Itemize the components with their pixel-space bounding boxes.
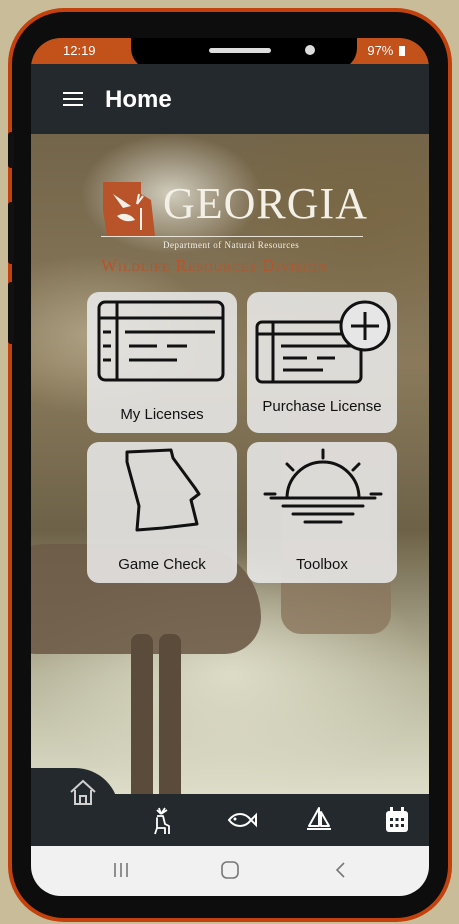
hamburger-menu-icon[interactable]	[63, 92, 83, 106]
deer-icon[interactable]	[145, 804, 177, 836]
logo-title: GEORGIA	[163, 179, 368, 228]
calendar-icon[interactable]	[381, 804, 413, 836]
deer-leg-shape	[159, 634, 181, 804]
toolbox-tile[interactable]: Toolbox	[247, 442, 397, 583]
recent-apps-icon[interactable]	[111, 860, 131, 880]
power-key	[8, 282, 14, 344]
logo-subtitle: Department of Natural Resources	[163, 240, 300, 250]
battery-level: 97%	[367, 43, 405, 58]
volume-rocker	[8, 202, 14, 264]
status-time: 12:19	[63, 43, 96, 58]
boat-icon[interactable]	[303, 804, 335, 836]
speaker-grille	[209, 48, 271, 53]
battery-icon	[399, 46, 405, 56]
tile-label: Game Check	[118, 556, 206, 573]
logo-divider	[101, 236, 363, 237]
logo-division: Wildlife Resources Division	[101, 256, 328, 275]
georgia-dnr-logo: GEORGIA Department of Natural Resources …	[101, 178, 391, 308]
purchase-license-tile[interactable]: Purchase License	[247, 292, 397, 433]
back-icon[interactable]	[331, 860, 351, 880]
app-bar: Home	[31, 64, 429, 134]
game-check-tile[interactable]: Game Check	[87, 442, 237, 583]
georgia-map-icon	[125, 448, 201, 532]
home-icon[interactable]	[67, 776, 99, 808]
license-card-icon	[97, 300, 225, 382]
tile-label: Purchase License	[262, 398, 382, 415]
phone-screen: 12:19 97% Home GEORGIA Department of Nat…	[31, 38, 429, 896]
home-circle-icon[interactable]	[220, 860, 240, 880]
fish-icon[interactable]	[225, 804, 257, 836]
page-title: Home	[105, 86, 172, 113]
front-camera	[305, 45, 315, 55]
dnr-emblem-icon	[103, 182, 155, 236]
deer-leg-shape	[131, 634, 153, 804]
my-licenses-tile[interactable]: My Licenses	[87, 292, 237, 433]
volume-key	[8, 132, 14, 168]
tile-label: My Licenses	[120, 406, 204, 423]
system-navigation-bar	[31, 846, 429, 896]
add-license-icon	[255, 300, 391, 384]
sunrise-icon	[263, 448, 383, 524]
tile-label: Toolbox	[296, 556, 348, 573]
